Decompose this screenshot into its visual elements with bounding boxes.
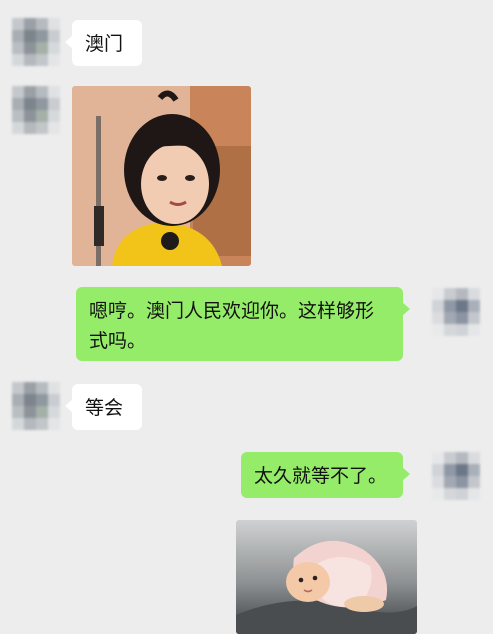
my-avatar[interactable]	[432, 452, 480, 500]
message-text: 嗯哼。澳门人民欢迎你。这样够形式吗。	[89, 300, 375, 352]
message-text: 太久就等不了。	[254, 465, 388, 487]
image-message-baby[interactable]	[236, 520, 417, 634]
message-text: 澳门	[85, 33, 124, 55]
girl-sticker-image	[72, 86, 251, 266]
contact-avatar[interactable]	[12, 382, 60, 430]
outgoing-message-bubble[interactable]: 太久就等不了。	[241, 452, 410, 498]
contact-avatar[interactable]	[12, 86, 60, 134]
image-message-girl[interactable]	[72, 86, 251, 266]
outgoing-message-bubble[interactable]: 嗯哼。澳门人民欢迎你。这样够形式吗。	[76, 287, 410, 361]
contact-avatar[interactable]	[12, 18, 60, 66]
my-avatar[interactable]	[432, 288, 480, 336]
baby-sticker-image	[236, 520, 417, 634]
incoming-message-bubble[interactable]: 等会	[65, 384, 142, 430]
incoming-message-bubble[interactable]: 澳门	[65, 20, 142, 66]
message-text: 等会	[85, 397, 124, 419]
